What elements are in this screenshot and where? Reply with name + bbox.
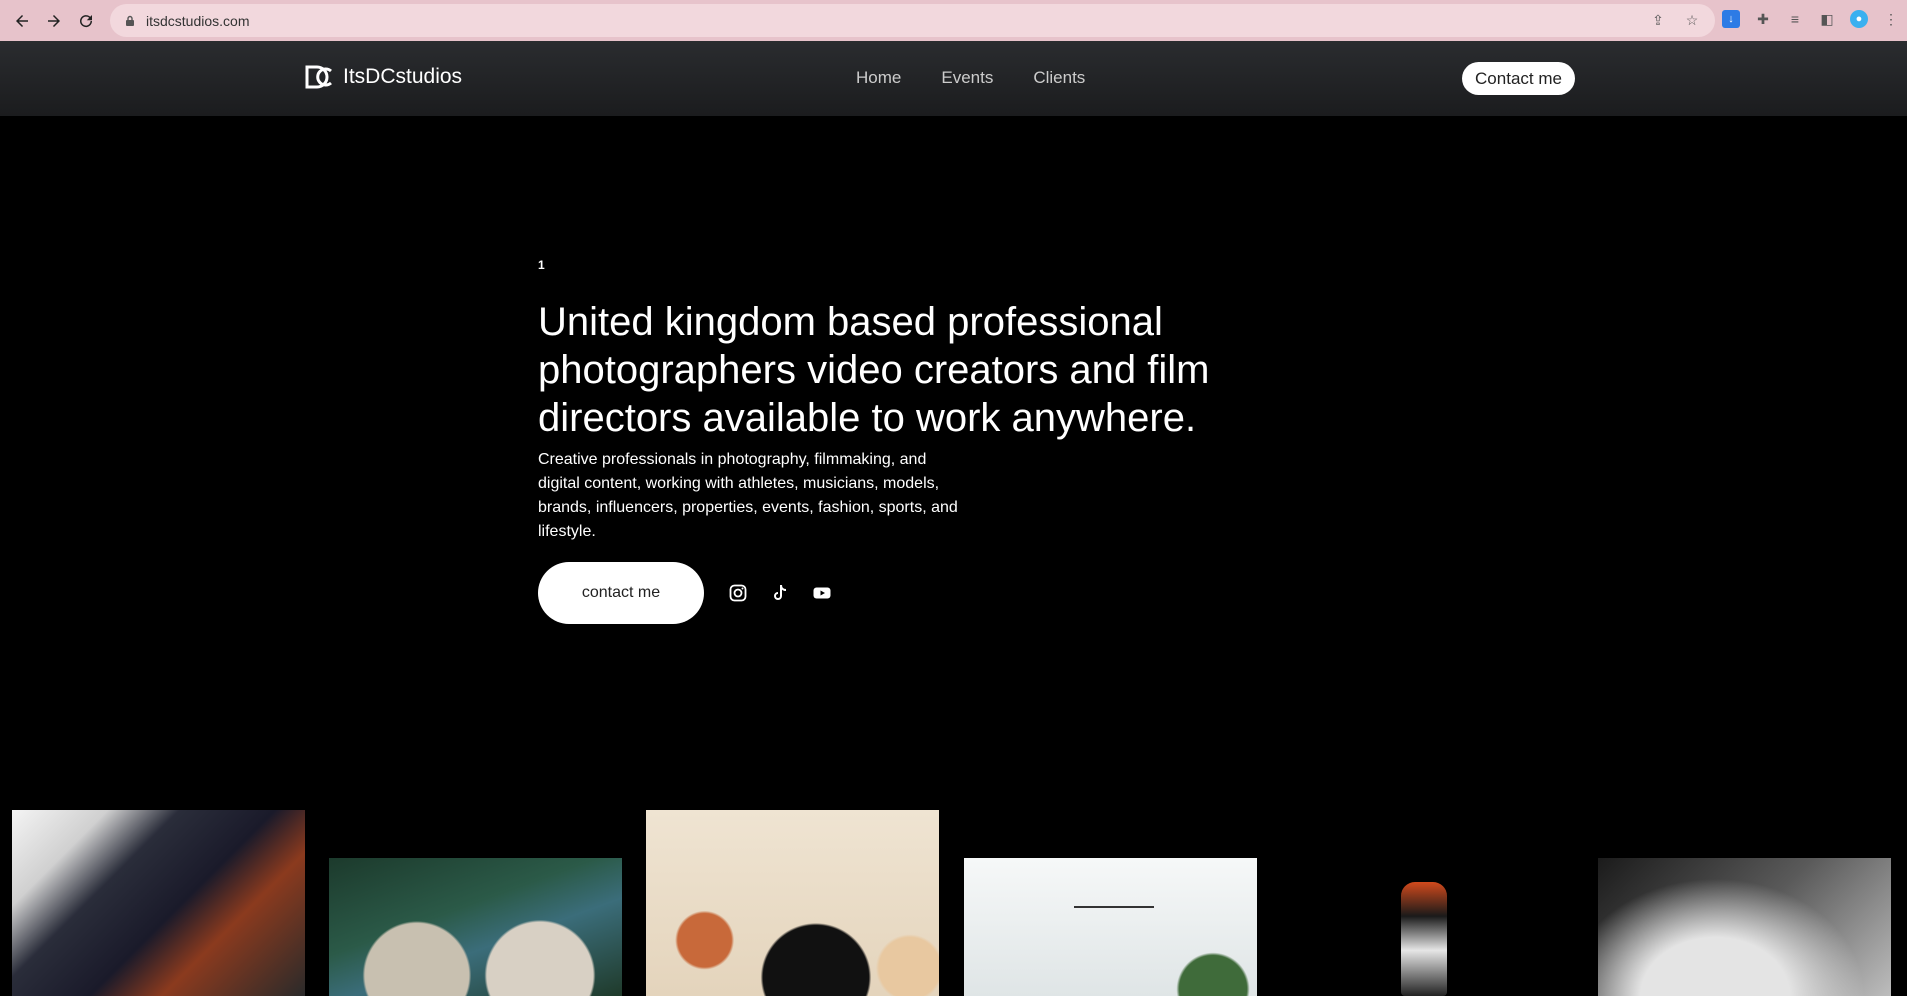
logo-mark-icon (305, 65, 332, 89)
puzzle-extensions-icon[interactable]: ✚ (1754, 10, 1772, 28)
browser-toolbar: itsdcstudios.com ⇪ ☆ ↓ ✚ ≡ ◧ ● ⋮ (0, 0, 1907, 41)
hero-title: United kingdom based professional photog… (538, 300, 1210, 440)
reload-icon[interactable] (74, 9, 98, 33)
sneaker-photo[interactable] (1281, 810, 1574, 996)
nav-clients[interactable]: Clients (1033, 68, 1085, 88)
photo-gallery (12, 810, 1892, 996)
interior-photo[interactable] (964, 858, 1257, 996)
header-contact-button[interactable]: Contact me (1462, 62, 1575, 95)
hero-index: 1 (538, 258, 545, 272)
tiktok-icon[interactable] (770, 583, 790, 603)
browser-nav-buttons (10, 9, 98, 33)
sneaker-shape (1401, 882, 1447, 996)
lock-icon (126, 15, 134, 26)
url-text: itsdcstudios.com (146, 12, 250, 29)
car-interior-photo[interactable] (12, 810, 305, 996)
hero-contact-button[interactable]: contact me (538, 562, 704, 624)
stage-photo[interactable] (1598, 858, 1891, 996)
main-nav: Home Events Clients (856, 68, 1085, 88)
media-controls-icon[interactable]: ≡ (1786, 10, 1804, 28)
hero-section: 1 United kingdom based professional phot… (538, 258, 1298, 624)
portrait-photo[interactable] (329, 858, 622, 996)
wedding-photo[interactable] (646, 810, 939, 996)
instagram-icon[interactable] (728, 583, 748, 603)
forward-icon[interactable] (42, 9, 66, 33)
nav-events[interactable]: Events (941, 68, 993, 88)
brand-name: ItsDCstudios (343, 65, 463, 88)
hero-actions: contact me (538, 562, 1298, 624)
social-links (728, 583, 832, 603)
site-header: ItsDCstudios Home Events Clients Contact… (0, 41, 1907, 116)
hero-subtitle: Creative professionals in photography, f… (538, 451, 958, 540)
side-panel-icon[interactable]: ◧ (1818, 10, 1836, 28)
bookmark-star-icon[interactable]: ☆ (1683, 11, 1701, 29)
nav-home[interactable]: Home (856, 68, 901, 88)
lamp-shape (1074, 906, 1154, 908)
browser-menu-icon[interactable]: ⋮ (1882, 10, 1900, 28)
address-bar[interactable]: itsdcstudios.com ⇪ ☆ (110, 4, 1715, 37)
brand-logo[interactable]: ItsDCstudios (305, 65, 462, 89)
extensions-bar: ↓ ✚ ≡ ◧ ● ⋮ (1722, 10, 1900, 28)
profile-avatar-icon[interactable]: ● (1850, 10, 1868, 28)
download-extension-icon[interactable]: ↓ (1722, 10, 1740, 28)
youtube-icon[interactable] (812, 583, 832, 603)
share-icon[interactable]: ⇪ (1649, 11, 1667, 29)
back-icon[interactable] (10, 9, 34, 33)
